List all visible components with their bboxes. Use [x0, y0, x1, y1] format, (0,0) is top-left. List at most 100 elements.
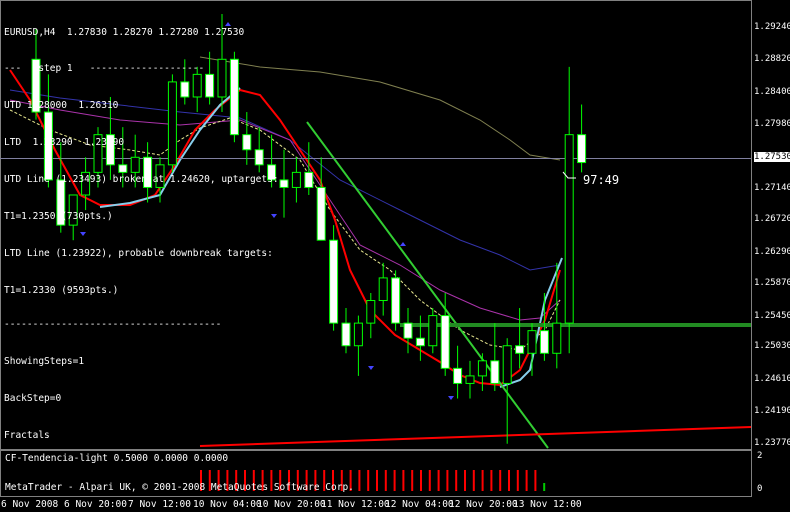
candle-body	[552, 322, 562, 354]
price-tick-label: 1.25870	[754, 278, 790, 288]
candle	[403, 308, 413, 354]
candle	[477, 353, 487, 391]
price-tick-label: 1.25450	[754, 311, 790, 321]
info-line: LTD Line (1.23922), probable downbreak t…	[4, 247, 273, 259]
candle-body	[477, 360, 487, 377]
candle	[453, 345, 463, 399]
indicator-bar	[464, 470, 466, 491]
time-tick-label: 10 Nov 20:00	[257, 499, 326, 510]
candle-body	[564, 134, 574, 324]
time-tick-label: 12 Nov 20:00	[449, 499, 518, 510]
price-tick-label: 1.24190	[754, 406, 790, 416]
candle	[391, 270, 401, 331]
candle-body	[465, 375, 475, 384]
price-tick-label: 1.27530	[754, 152, 790, 162]
candle-body	[577, 134, 587, 164]
bar-timer: 97:49	[583, 173, 620, 187]
candle-body	[515, 345, 525, 354]
price-tick-label: 1.25030	[754, 341, 790, 351]
indicator-bar	[490, 470, 493, 491]
indicator-bar	[472, 470, 475, 491]
info-line: BackStep=0	[4, 393, 62, 405]
indicator-title: CF-Tendencia-light 0.5000 0.0000 0.0000	[5, 453, 229, 464]
candle	[341, 308, 351, 354]
indicator-bar	[481, 470, 484, 491]
candle	[490, 323, 500, 391]
price-tick-label: 1.27980	[754, 119, 790, 129]
info-line: T1=1.2350 (730pts.)	[4, 211, 113, 223]
candle	[279, 149, 289, 218]
indicator-bar	[376, 470, 378, 491]
price-tick-label: 1.28400	[754, 87, 790, 97]
time-tick-label: 10 Nov 04:00	[193, 499, 262, 510]
candle	[329, 225, 339, 331]
info-line: UTD Line (1.23493) broken at 1.24620, up…	[4, 174, 279, 186]
candle-body	[539, 330, 549, 354]
copyright-text: MetaTrader - Alpari UK, © 2001-2008 Meta…	[5, 482, 354, 493]
indicator-bar	[543, 483, 546, 491]
indicator-bar	[384, 470, 387, 491]
indicator-bar	[508, 470, 510, 491]
indicator-bar	[393, 470, 396, 491]
candle	[415, 315, 425, 361]
time-tick-label: 6 Nov 2008	[1, 499, 59, 510]
indicator-bar	[446, 470, 449, 491]
price-tick-label: 1.23770	[754, 438, 790, 448]
candle	[465, 360, 475, 399]
indicator-bar	[525, 470, 528, 491]
indicator-bar	[358, 470, 361, 491]
info-line: T1=1.2330 (9593pts.)	[4, 284, 119, 296]
utd-trend-line	[306, 121, 549, 449]
fractal-down-icon	[368, 366, 374, 370]
info-line: LTD 1.23290 1.23890	[4, 137, 125, 149]
indicator-bar	[428, 470, 431, 491]
indicator-bar	[420, 470, 422, 491]
price-tick-label: 1.26720	[754, 214, 790, 224]
candle-body	[291, 171, 301, 188]
candle	[353, 315, 363, 376]
candle-body	[428, 315, 438, 347]
indicator-bar	[516, 470, 519, 491]
candle-body	[378, 277, 388, 302]
price-tick-label: 1.24610	[754, 374, 790, 384]
fractal-up-icon	[400, 242, 406, 246]
info-line: --------------------------------------	[4, 318, 222, 330]
candle	[378, 262, 388, 316]
candle-body	[366, 300, 376, 324]
fractal-down-icon	[448, 396, 454, 400]
candle-body	[353, 322, 363, 347]
candle-body	[502, 345, 512, 384]
candle-body	[279, 179, 289, 188]
indicator-bar	[402, 470, 405, 491]
price-tick-label: 1.29240	[754, 22, 790, 32]
candle	[428, 308, 438, 354]
time-tick-label: 12 Nov 04:00	[385, 499, 454, 510]
candle	[577, 104, 587, 173]
candle	[527, 323, 537, 376]
indicator-scale-min: 0	[757, 484, 763, 494]
ltd-trend-line	[199, 426, 752, 447]
chart-window[interactable]: { "header": { "symbol_line": "EURUSD,H4 …	[0, 0, 790, 512]
indicator-bar	[367, 470, 370, 491]
candle-body	[527, 330, 537, 354]
candle-body	[403, 322, 413, 339]
symbol-line: EURUSD,H4 1.27830 1.28270 1.27280 1.2753…	[4, 26, 245, 38]
candle	[564, 66, 574, 354]
info-line: --- step 1 --------------------	[4, 63, 205, 75]
candle-body	[391, 277, 401, 324]
info-panel: EURUSD,H4 1.27830 1.28270 1.27280 1.2753…	[4, 2, 279, 455]
price-tick-label: 1.26290	[754, 247, 790, 257]
time-tick-label: 6 Nov 20:00	[64, 499, 127, 510]
indicator-bar	[534, 470, 537, 491]
candle-body	[316, 186, 326, 241]
indicator-bar	[411, 470, 414, 491]
candle-body	[304, 171, 314, 188]
candle-body	[453, 367, 463, 384]
indicator-bar	[499, 470, 502, 491]
price-tick-label: 1.27140	[754, 183, 790, 193]
time-tick-label: 13 Nov 12:00	[513, 499, 582, 510]
indicator-bar	[437, 470, 440, 491]
candle	[515, 308, 525, 369]
info-line: UTD 1.28000 1.26310	[4, 100, 119, 112]
time-tick-label: 7 Nov 12:00	[128, 499, 191, 510]
